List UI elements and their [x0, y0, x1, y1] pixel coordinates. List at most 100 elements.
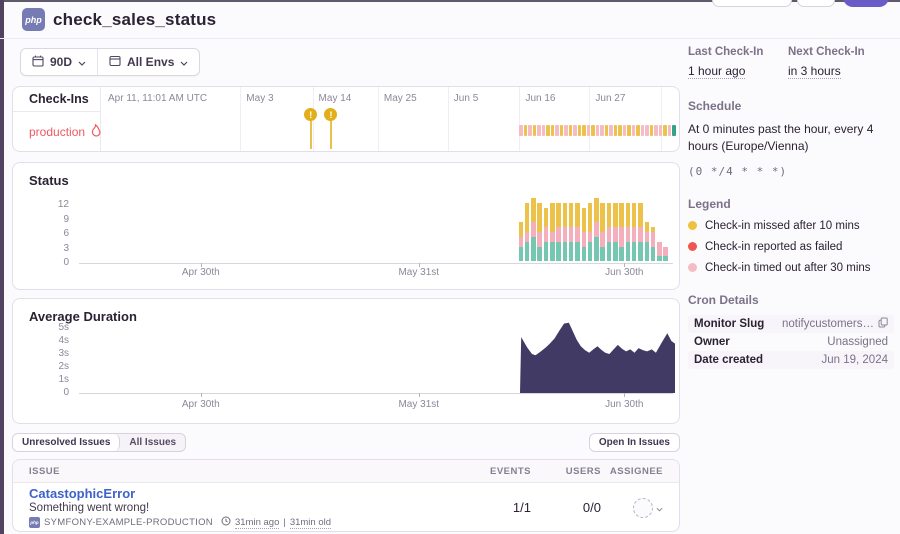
checkin-tick — [568, 125, 573, 136]
checkins-left-column: Check-Ins production — [13, 87, 101, 151]
next-checkin-block: Next Check-In in 3 hours — [788, 46, 888, 80]
status-bar — [644, 222, 650, 261]
status-bar — [587, 203, 593, 261]
checkin-tick — [564, 125, 568, 136]
environment-icon — [109, 55, 121, 70]
tab-all-issues[interactable]: All Issues — [120, 434, 185, 451]
environment-row-production[interactable]: production — [13, 112, 101, 151]
status-bar-segment-missed — [531, 198, 536, 223]
status-bar — [568, 203, 574, 261]
open-in-issues-button[interactable]: Open In Issues — [588, 433, 680, 452]
duration-x-tick-label: Apr 30th — [181, 399, 220, 410]
status-bar-segment-ok — [524, 241, 530, 261]
duration-y-tick-label: 3s — [58, 348, 69, 359]
cron-monitor-page: php check_sales_status 90D All Envs Chec… — [0, 0, 900, 534]
environment-row-label: production — [29, 124, 86, 139]
status-bar-segment-timed_out — [600, 232, 605, 247]
status-bar-segment-missed — [619, 203, 624, 228]
checkin-tick — [555, 125, 559, 136]
chevron-down-icon — [180, 55, 188, 69]
status-bar-segment-ok — [518, 246, 524, 261]
checkin-tick — [667, 125, 672, 136]
checkin-tick — [586, 125, 591, 136]
checkins-title: Check-Ins — [13, 87, 100, 112]
status-bar-segment-missed — [644, 222, 650, 233]
timeline-date-label: May 3 — [246, 93, 274, 104]
copy-icon[interactable] — [878, 317, 888, 331]
tab-unresolved-issues[interactable]: Unresolved Issues — [13, 434, 121, 451]
date-range-filter[interactable]: 90D — [21, 49, 97, 75]
partial-toolbar-button[interactable] — [712, 0, 792, 7]
environment-label: All Envs — [127, 55, 175, 69]
status-bar-segment-ok — [568, 241, 574, 261]
status-bar-segment-timed_out — [638, 227, 643, 242]
monitor-slug-key: Monitor Slug — [694, 317, 765, 330]
status-bar-segment-timed_out — [613, 227, 618, 242]
checkin-tick — [613, 125, 618, 136]
status-bar-segment-missed — [606, 203, 612, 228]
status-bar-segment-timed_out — [625, 227, 631, 242]
partial-primary-button[interactable] — [843, 0, 889, 7]
issues-table-header: ISSUE EVENTS USERS ASSIGNEE — [13, 460, 679, 483]
status-bar-segment-missed — [600, 203, 605, 233]
checkin-tick — [636, 125, 640, 136]
last-checkin-block: Last Check-In 1 hour ago — [688, 46, 788, 80]
timeline-date-label: May 25 — [383, 93, 417, 104]
php-project-icon: php — [29, 517, 40, 528]
status-bar-segment-timed_out — [587, 232, 593, 242]
status-bar — [543, 207, 549, 261]
partial-toolbar-button[interactable] — [797, 0, 835, 7]
checkin-tick — [519, 125, 523, 136]
status-bar-segment-ok — [537, 246, 542, 261]
missed-dot-icon — [688, 221, 697, 231]
checkin-tick — [663, 125, 667, 136]
status-bar — [606, 203, 612, 261]
timeline-gridline — [240, 87, 242, 151]
incident-marker[interactable]: ! — [324, 108, 338, 149]
checkin-tick — [577, 125, 582, 136]
checkin-tick — [627, 125, 631, 136]
status-bar-segment-timed_out — [518, 236, 524, 247]
status-bar-segment-timed_out — [594, 222, 599, 237]
status-bar — [581, 207, 587, 261]
status-bar-segment-missed — [518, 222, 524, 237]
checkin-tick — [622, 125, 627, 136]
cron-details-table: Monitor Slug notifycustomers… Owner Unas… — [688, 314, 894, 369]
status-bar-segment-missed — [562, 203, 568, 228]
status-bar-segment-missed — [556, 203, 561, 228]
status-bar-segment-timed_out — [644, 232, 650, 242]
status-chart-title: Status — [29, 173, 69, 188]
status-bar-segment-ok — [562, 241, 568, 261]
duration-chart-panel: Average Duration Apr 30th May 31st Jun 30t… — [12, 298, 680, 424]
status-bar-segment-missed — [524, 203, 530, 233]
chevron-down-icon — [656, 499, 663, 517]
timeline-gridline — [377, 87, 379, 151]
timeline-gridline — [447, 87, 449, 151]
duration-area-chart — [520, 322, 675, 393]
status-bar — [537, 203, 542, 261]
checkin-tick — [541, 125, 546, 136]
duration-y-tick-label: 4s — [58, 335, 69, 346]
legend-item-failed: Check-in reported as failed — [688, 241, 894, 253]
status-bar-segment-timed_out — [537, 232, 542, 247]
checkin-tick — [618, 125, 622, 136]
incident-stem — [329, 121, 332, 149]
status-bar — [600, 203, 605, 261]
incident-marker[interactable]: ! — [304, 108, 318, 149]
status-bar — [518, 222, 524, 261]
status-x-tick-label: Apr 30th — [181, 267, 220, 278]
checkin-tick — [550, 125, 555, 136]
issue-age: 31min ago — [234, 516, 280, 529]
status-bar — [594, 198, 599, 261]
schedule-text: At 0 minutes past the hour, every 4 hour… — [688, 122, 874, 154]
status-bar-segment-timed_out — [543, 227, 549, 242]
status-bar-segment-timed_out — [531, 222, 536, 237]
timeline-gridline — [519, 87, 521, 151]
duration-y-tick-label: 0 — [63, 387, 69, 398]
assignee-selector[interactable] — [601, 497, 679, 518]
issue-title-link[interactable]: CatastophicError — [29, 486, 461, 501]
date-created-row: Date created Jun 19, 2024 — [688, 350, 894, 369]
environment-filter[interactable]: All Envs — [98, 49, 199, 75]
duration-x-tick-label: Jun 30th — [605, 399, 644, 410]
legend-heading: Legend — [688, 196, 731, 211]
